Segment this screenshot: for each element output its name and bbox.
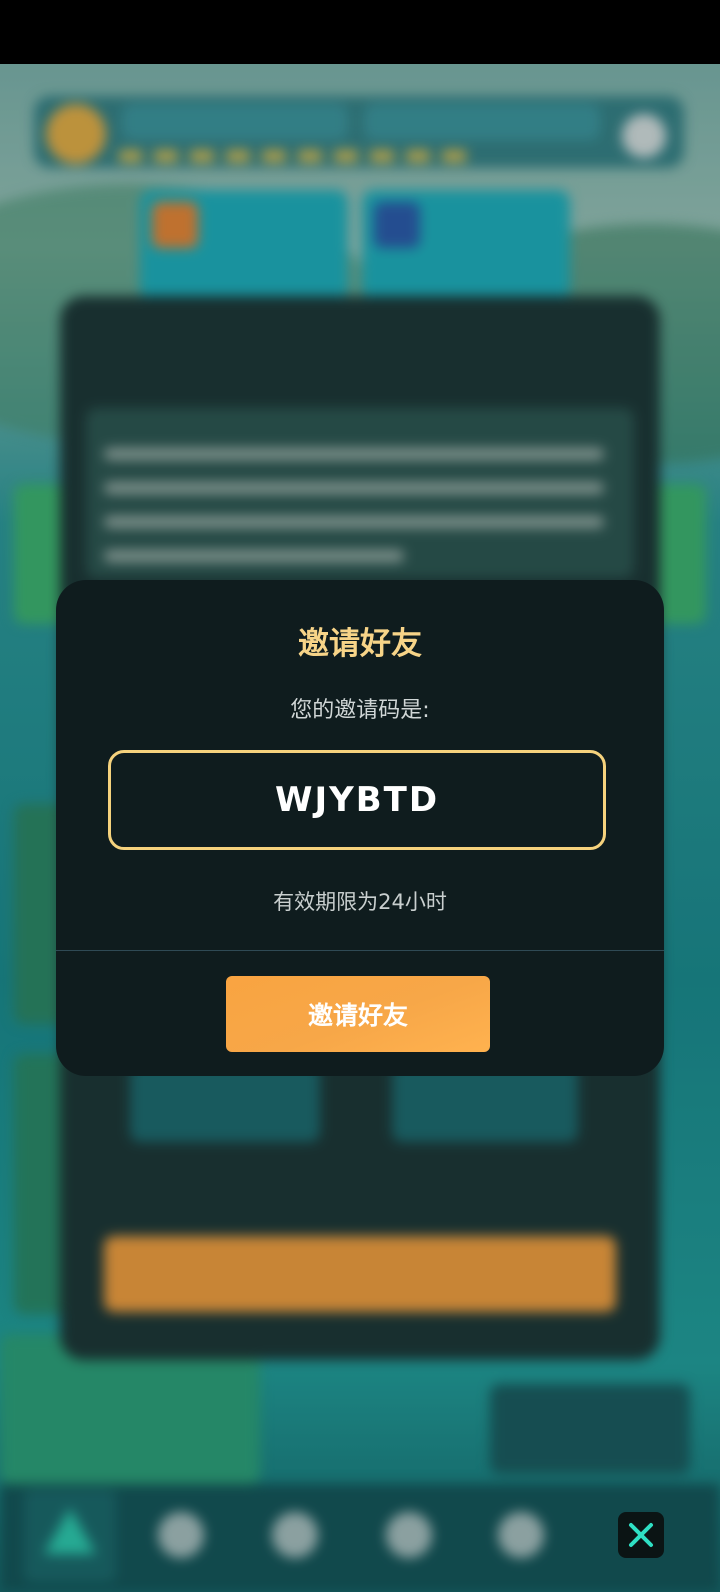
validity-text: 有效期限为24小时: [273, 890, 447, 914]
invite-code: WJYBTD: [274, 780, 440, 820]
invite-friend-dialog: 邀请好友 您的邀请码是: WJYBTD 有效期限为24小时 邀请好友: [56, 580, 664, 1076]
status-bar: [0, 0, 720, 64]
close-icon: [629, 1523, 653, 1547]
divider: [56, 950, 664, 951]
dialog-title: 邀请好友: [298, 626, 422, 662]
invite-friend-button[interactable]: 邀请好友: [226, 976, 490, 1052]
close-button[interactable]: [618, 1512, 664, 1558]
invite-code-box: WJYBTD: [108, 750, 606, 850]
invite-code-label: 您的邀请码是:: [290, 698, 430, 723]
